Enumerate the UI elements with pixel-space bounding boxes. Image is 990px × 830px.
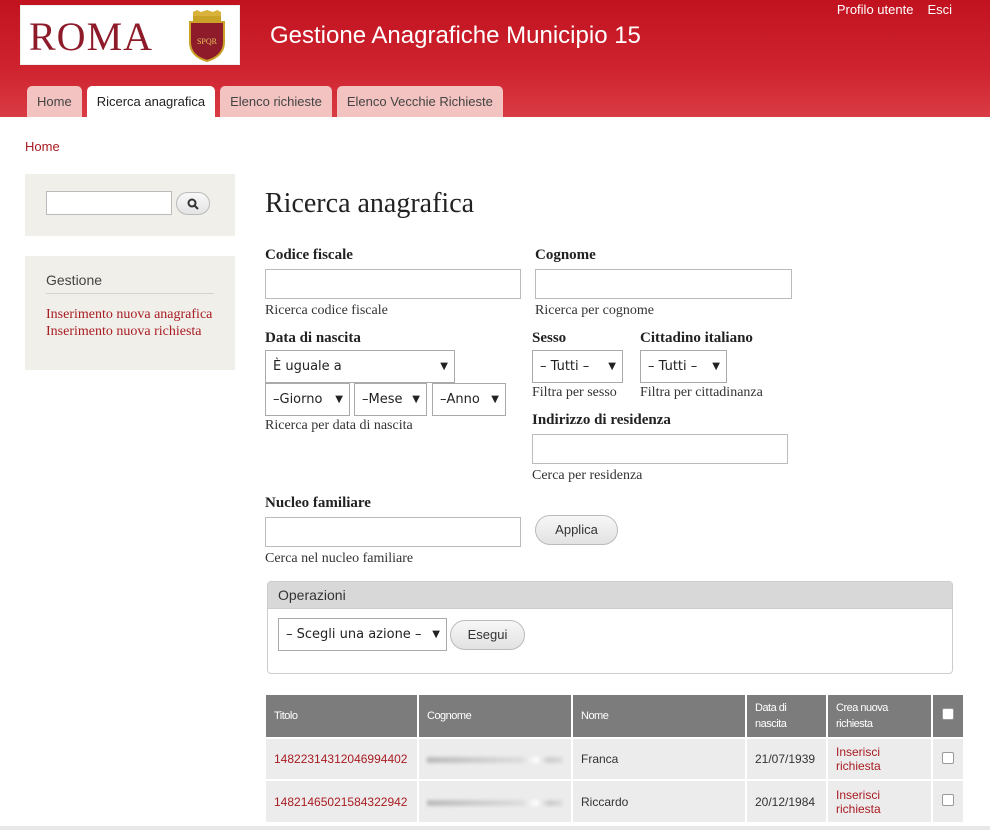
sidebar-item-nuova-richiesta[interactable]: Inserimento nuova richiesta (46, 323, 212, 340)
roma-emblem-icon: SPQR (189, 10, 225, 62)
tab-elenco-richieste[interactable]: Elenco richieste (220, 86, 332, 117)
chevron-down-icon: ▼ (432, 629, 440, 640)
page-title: Ricerca anagrafica (265, 188, 475, 219)
roma-logo[interactable]: ROMA SPQR (20, 5, 240, 65)
table-header-row: Titolo Cognome Nome Data di nascita Crea… (266, 695, 963, 738)
data-nascita-operator-value: È uguale a (273, 359, 342, 374)
header-crea-richiesta: Crea nuova richiesta (827, 695, 933, 738)
chevron-down-icon: ▼ (412, 394, 420, 405)
tab-home[interactable]: Home (27, 86, 82, 117)
row-checkbox[interactable] (942, 794, 954, 806)
breadcrumb-home[interactable]: Home (25, 139, 60, 154)
row-nome: Riccardo (572, 779, 747, 822)
row-titolo-link[interactable]: 14822314312046994402 (266, 737, 419, 780)
anno-select[interactable]: –Anno ▼ (432, 383, 506, 416)
chevron-down-icon: ▼ (335, 394, 343, 405)
header-data-nascita[interactable]: Data di nascita (746, 695, 828, 738)
row-cognome (418, 737, 573, 780)
execute-button[interactable]: Esegui (450, 620, 525, 650)
chevron-down-icon: ▼ (712, 361, 720, 372)
row-inserisci-richiesta-link[interactable]: Inserisci richiesta (827, 779, 933, 822)
cittadino-description: Filtra per cittadinanza (640, 385, 763, 400)
cittadino-label: Cittadino italiano (640, 330, 753, 346)
sidebar-search-block (25, 174, 235, 236)
data-nascita-operator-select[interactable]: È uguale a ▼ (265, 350, 455, 383)
main-tabs: Home Ricerca anagrafica Elenco richieste… (27, 86, 503, 117)
mese-select[interactable]: –Mese ▼ (354, 383, 427, 416)
sidebar-search-input[interactable] (46, 191, 172, 215)
indirizzo-description: Cerca per residenza (532, 468, 643, 483)
sesso-value: – Tutti – (540, 359, 590, 374)
header-cognome[interactable]: Cognome (418, 695, 573, 738)
svg-text:SPQR: SPQR (197, 37, 218, 46)
tab-ricerca-anagrafica[interactable]: Ricerca anagrafica (86, 86, 216, 117)
giorno-value: –Giorno (273, 392, 323, 407)
nucleo-description: Cerca nel nucleo familiare (265, 551, 414, 566)
indirizzo-input[interactable] (532, 434, 788, 464)
site-title: Gestione Anagrafiche Municipio 15 (270, 22, 641, 49)
data-nascita-description: Ricerca per data di nascita (265, 418, 413, 433)
logout-link[interactable]: Esci (927, 2, 952, 17)
chevron-down-icon: ▼ (440, 361, 448, 372)
header-select-all[interactable] (932, 695, 963, 738)
row-data-nascita: 21/07/1939 (746, 737, 828, 780)
select-all-checkbox[interactable] (942, 707, 954, 720)
operations-legend: Operazioni (268, 582, 952, 609)
nucleo-label: Nucleo familiare (265, 495, 371, 511)
sidebar-menu-title: Gestione (46, 272, 214, 294)
row-data-nascita: 20/12/1984 (746, 779, 828, 822)
redacted-text (427, 757, 563, 763)
indirizzo-label: Indirizzo di residenza (532, 412, 671, 428)
row-cognome (418, 779, 573, 822)
sesso-select[interactable]: – Tutti – ▼ (532, 350, 623, 383)
header-titolo[interactable]: Titolo (266, 695, 419, 738)
chevron-down-icon: ▼ (491, 394, 499, 405)
row-checkbox[interactable] (942, 751, 954, 764)
site-header: ROMA SPQR Gestione Anagrafiche Municipio… (0, 0, 990, 117)
page-bottom-bar (0, 826, 990, 830)
codice-fiscale-description: Ricerca codice fiscale (265, 303, 388, 318)
table-row: 14822314312046994402 Franca 21/07/1939 I… (266, 737, 963, 780)
mese-value: –Mese (362, 392, 403, 407)
profile-link[interactable]: Profilo utente (837, 2, 914, 17)
cognome-label: Cognome (535, 247, 596, 263)
codice-fiscale-label: Codice fiscale (265, 247, 353, 263)
sesso-description: Filtra per sesso (532, 385, 617, 400)
sidebar-menu: Gestione Inserimento nuova anagrafica In… (25, 256, 235, 370)
row-select-cell (932, 779, 963, 822)
codice-fiscale-input[interactable] (265, 269, 521, 299)
tab-elenco-vecchie-richieste[interactable]: Elenco Vecchie Richieste (336, 86, 503, 117)
sidebar-item-nuova-anagrafica[interactable]: Inserimento nuova anagrafica (46, 306, 212, 323)
header-nome[interactable]: Nome (572, 695, 747, 738)
cognome-input[interactable] (535, 269, 792, 299)
data-nascita-label: Data di nascita (265, 330, 361, 346)
row-inserisci-richiesta-link[interactable]: Inserisci richiesta (827, 737, 933, 780)
sesso-label: Sesso (532, 330, 567, 346)
row-select-cell (932, 737, 963, 780)
anno-value: –Anno (440, 392, 480, 407)
chevron-down-icon: ▼ (608, 361, 616, 372)
table-row: 14821465021584322942 Riccardo 20/12/1984… (266, 779, 963, 822)
user-links: Profilo utente Esci (837, 2, 952, 17)
apply-button[interactable]: Applica (535, 515, 618, 545)
giorno-select[interactable]: –Giorno ▼ (265, 383, 350, 416)
logo-text: ROMA (29, 14, 154, 59)
redacted-text (427, 799, 563, 806)
search-icon (187, 198, 199, 210)
action-select-value: – Scegli una azione – (286, 627, 422, 642)
row-titolo-link[interactable]: 14821465021584322942 (266, 779, 419, 822)
nucleo-input[interactable] (265, 517, 521, 547)
cittadino-select[interactable]: – Tutti – ▼ (640, 350, 727, 383)
results-table: Titolo Cognome Nome Data di nascita Crea… (266, 695, 963, 822)
action-select[interactable]: – Scegli una azione – ▼ (278, 618, 447, 651)
cittadino-value: – Tutti – (648, 359, 698, 374)
sidebar-search-button[interactable] (176, 192, 210, 215)
row-nome: Franca (572, 737, 747, 780)
cognome-description: Ricerca per cognome (535, 303, 654, 318)
